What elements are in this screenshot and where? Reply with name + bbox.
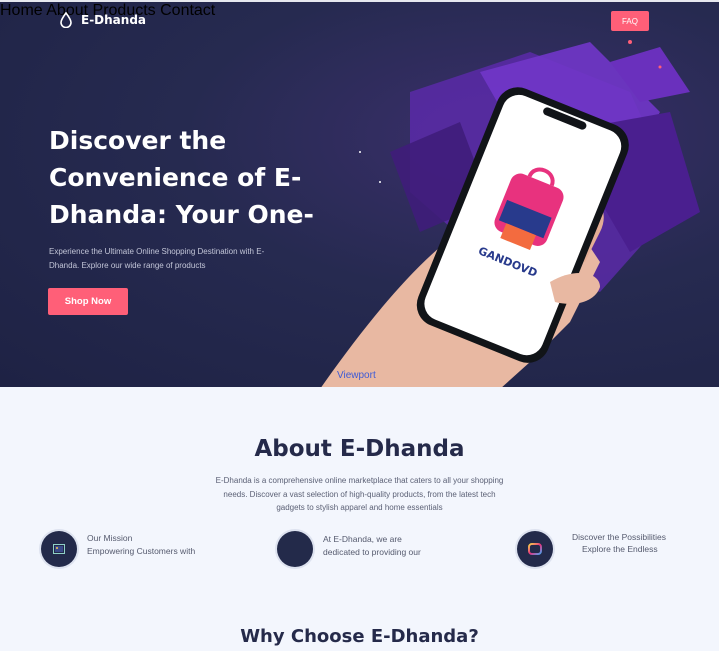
top-navbar: E-Dhanda Home About Products Contact FAQ (0, 2, 719, 40)
shop-now-button[interactable]: Shop Now (48, 288, 128, 315)
nav-home[interactable]: Home (0, 2, 43, 19)
drop-logo-icon (60, 12, 72, 28)
feature-mission-title: Our Mission (87, 533, 133, 543)
viewport-label: Viewport (337, 370, 376, 381)
about-title: About E-Dhanda (254, 436, 465, 462)
feature-mission-text: Empowering Customers with (87, 546, 196, 556)
hero-title: Discover the Convenience of E-Dhanda: Yo… (49, 126, 314, 229)
brand-name: E-Dhanda (81, 13, 147, 27)
hero-section: GANDOVD E-Dhanda Home About Products Con… (0, 0, 719, 387)
gradient-square-icon (528, 543, 542, 555)
hero-phone-illustration: GANDOVD (321, 40, 700, 387)
circle-icon (277, 531, 313, 567)
feature-possibilities-title: Discover the Possibilities (572, 532, 667, 542)
feature-dedication-text: dedicated to providing our (323, 547, 421, 557)
image-icon (53, 544, 65, 554)
brand[interactable]: E-Dhanda (59, 12, 146, 28)
why-choose-title: Why Choose E-Dhanda? (240, 626, 479, 647)
about-description: E-Dhanda is a comprehensive online marke… (215, 476, 504, 512)
feature-dedication-title: At E-Dhanda, we are (323, 534, 402, 544)
faq-button[interactable]: FAQ (611, 11, 649, 31)
nav-contact[interactable]: Contact (160, 2, 215, 19)
feature-possibilities-text: Explore the Endless (582, 544, 658, 554)
hero-subtitle: Experience the Ultimate Online Shopping … (49, 247, 265, 270)
feature-possibilities-icon-wrap (517, 531, 553, 567)
feature-mission-icon-wrap (41, 531, 77, 567)
